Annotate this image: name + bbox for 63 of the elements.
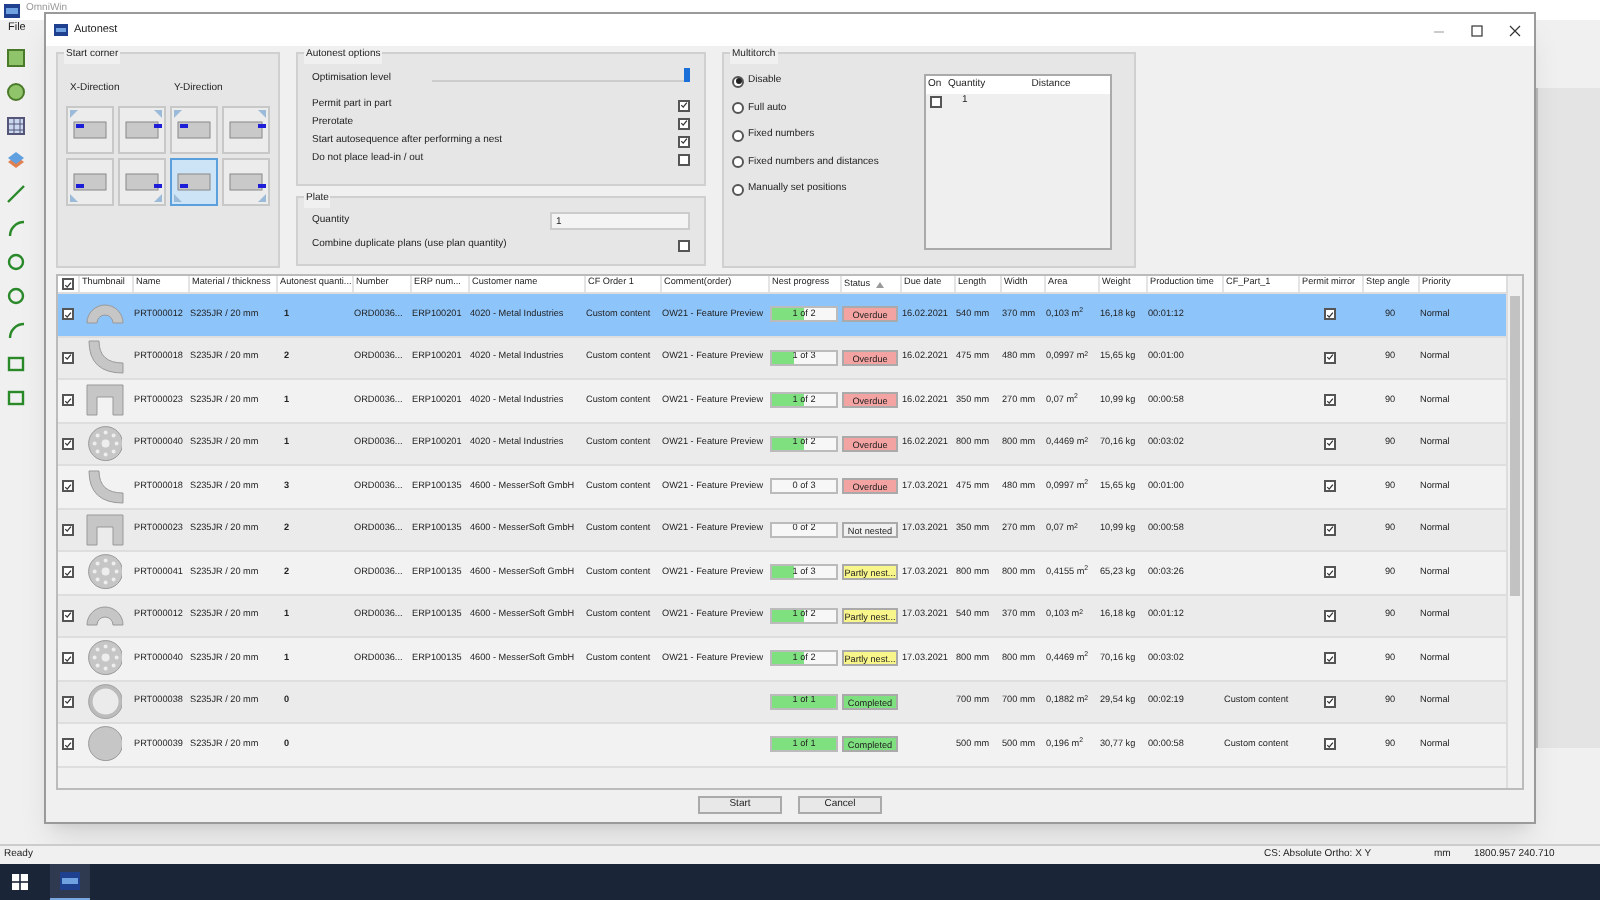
radio-button[interactable] xyxy=(732,156,744,169)
part-thumbnail xyxy=(87,683,123,720)
checkbox[interactable] xyxy=(1324,652,1336,665)
close-icon[interactable] xyxy=(1508,23,1522,37)
checkbox[interactable] xyxy=(62,652,74,665)
app-logo-icon xyxy=(54,24,68,36)
part-thumbnail xyxy=(86,384,124,417)
app-logo-icon xyxy=(60,872,80,890)
square-tool-icon[interactable] xyxy=(6,48,26,68)
checkbox[interactable] xyxy=(62,523,74,536)
checkbox[interactable] xyxy=(62,566,74,579)
checkbox[interactable] xyxy=(1324,437,1336,450)
part-thumbnail xyxy=(87,469,123,504)
checkbox[interactable] xyxy=(1324,566,1336,579)
arc-tool-icon[interactable] xyxy=(6,218,26,238)
part-thumbnail xyxy=(87,726,123,763)
checkbox[interactable] xyxy=(62,738,74,751)
checkbox[interactable] xyxy=(62,695,74,708)
checkbox[interactable] xyxy=(678,135,690,147)
checkbox[interactable] xyxy=(678,239,690,252)
select-all-checkbox[interactable] xyxy=(62,278,74,290)
checkbox[interactable] xyxy=(1324,609,1336,622)
checkbox[interactable] xyxy=(1324,738,1336,751)
part-thumbnail xyxy=(86,605,124,626)
radio-button[interactable] xyxy=(732,75,744,88)
checkbox[interactable] xyxy=(1324,523,1336,536)
circle-tool-icon[interactable] xyxy=(6,82,26,102)
checkbox[interactable] xyxy=(930,96,942,108)
windows-start-icon[interactable] xyxy=(12,874,28,890)
checkbox[interactable] xyxy=(1324,695,1336,708)
checkbox[interactable] xyxy=(1324,480,1336,493)
part-thumbnail xyxy=(87,640,123,677)
sort-icon[interactable] xyxy=(876,281,885,287)
checkbox[interactable] xyxy=(678,99,690,111)
arc-tool-icon[interactable] xyxy=(6,320,26,340)
scrollbar[interactable] xyxy=(1506,276,1522,788)
maximize-icon[interactable] xyxy=(1470,23,1484,37)
part-thumbnail xyxy=(86,513,124,546)
part-thumbnail xyxy=(87,554,123,591)
part-thumbnail xyxy=(87,340,123,375)
checkbox[interactable] xyxy=(678,117,690,129)
app-logo-icon xyxy=(4,3,20,17)
checkbox[interactable] xyxy=(1324,351,1336,364)
radio-button[interactable] xyxy=(732,129,744,142)
radio-button[interactable] xyxy=(732,102,744,115)
scrollbar-thumb[interactable] xyxy=(1510,296,1520,596)
part-thumbnail xyxy=(87,425,123,462)
checkbox[interactable] xyxy=(62,308,74,321)
radio-button[interactable] xyxy=(732,183,744,196)
taskbar-app-button[interactable] xyxy=(50,864,90,900)
checkbox[interactable] xyxy=(62,480,74,493)
checkbox[interactable] xyxy=(62,394,74,407)
checkbox[interactable] xyxy=(62,437,74,450)
checkbox[interactable] xyxy=(1324,308,1336,321)
checkbox[interactable] xyxy=(678,153,690,165)
line-tool-icon[interactable] xyxy=(6,184,26,204)
slider-thumb[interactable] xyxy=(684,68,690,82)
part-thumbnail xyxy=(86,304,124,325)
layers-tool-icon[interactable] xyxy=(6,150,26,170)
checkbox[interactable] xyxy=(1324,394,1336,407)
grid-tool-icon[interactable] xyxy=(6,116,26,136)
checkbox[interactable] xyxy=(62,351,74,364)
checkbox[interactable] xyxy=(62,609,74,622)
